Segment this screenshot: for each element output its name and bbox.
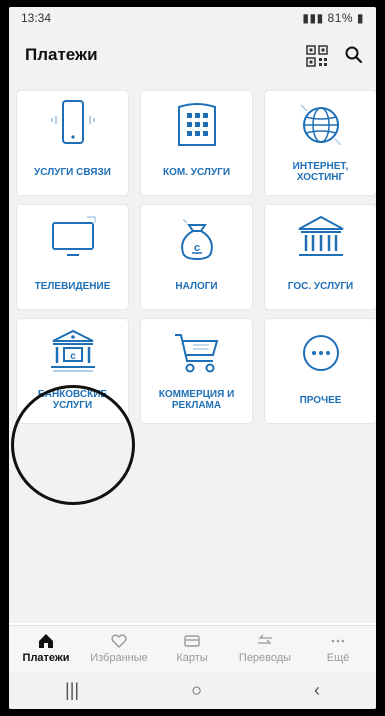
category-other[interactable]: ПРОЧЕЕ xyxy=(265,319,376,423)
more-horizontal-icon xyxy=(331,639,345,643)
nav-payments[interactable]: Платежи xyxy=(11,630,81,664)
category-label: КОММЕРЦИЯ И РЕКЛАМА xyxy=(158,389,235,411)
status-time: 13:34 xyxy=(21,11,52,25)
government-building-icon xyxy=(298,215,343,256)
signal-icon: ▮▮▮ xyxy=(302,11,328,25)
card-icon xyxy=(184,635,200,647)
home-button-icon[interactable]: ○ xyxy=(191,680,202,701)
category-taxes[interactable]: с НАЛОГИ xyxy=(141,205,252,309)
category-label: ГОС. УСЛУГИ xyxy=(287,280,354,292)
globe-icon xyxy=(300,104,341,146)
system-navigation-bar: ||| ○ ‹ xyxy=(9,671,376,709)
category-television[interactable]: ТЕЛЕВИДЕНИЕ xyxy=(17,205,128,309)
nav-favorites[interactable]: Избранные xyxy=(84,630,154,664)
search-icon[interactable] xyxy=(344,45,364,65)
category-label: ТЕЛЕВИДЕНИЕ xyxy=(34,280,111,292)
app-header: Платежи xyxy=(9,29,376,83)
battery-level: 81% xyxy=(327,11,354,25)
building-icon xyxy=(177,103,216,146)
bottom-navigation: Платежи Избранные Карты Переводы Ещё xyxy=(9,625,376,672)
category-label: КОМ. УСЛУГИ xyxy=(162,166,231,178)
money-bag-icon: с xyxy=(180,218,213,261)
nav-label: Избранные xyxy=(90,652,148,664)
qr-code-icon[interactable] xyxy=(306,45,328,67)
nav-cards[interactable]: Карты xyxy=(157,630,227,664)
category-government-services[interactable]: ГОС. УСЛУГИ xyxy=(265,205,376,309)
category-communication[interactable]: УСЛУГИ СВЯЗИ xyxy=(17,91,128,195)
nav-label: Карты xyxy=(176,652,208,664)
bank-icon: с xyxy=(50,329,95,372)
recent-apps-icon[interactable]: ||| xyxy=(65,680,79,701)
category-label: ПРОЧЕЕ xyxy=(299,394,342,406)
tv-icon xyxy=(51,216,96,256)
home-icon xyxy=(39,634,53,648)
category-label: ИНТЕРНЕТ, ХОСТИНГ xyxy=(292,161,349,183)
category-banking[interactable]: с БАНКОВСКИЕ УСЛУГИ xyxy=(17,319,128,423)
category-commerce[interactable]: КОММЕРЦИЯ И РЕКЛАМА xyxy=(141,319,252,423)
heart-icon xyxy=(111,634,127,648)
page-title: Платежи xyxy=(25,45,98,64)
category-internet[interactable]: ИНТЕРНЕТ, ХОСТИНГ xyxy=(265,91,376,195)
svg-text:с: с xyxy=(70,351,76,362)
nav-label: Ещё xyxy=(326,652,350,664)
nav-more[interactable]: Ещё xyxy=(303,630,373,664)
phone-screen: 13:34 ▮▮▮ 81% ▮ Платежи УСЛУГИ СВЯЗИ КОМ… xyxy=(9,7,376,709)
category-label: НАЛОГИ xyxy=(175,280,218,292)
phone-icon xyxy=(50,100,95,144)
back-icon[interactable]: ‹ xyxy=(314,680,320,701)
transfer-arrows-icon xyxy=(258,634,272,644)
category-utilities[interactable]: КОМ. УСЛУГИ xyxy=(141,91,252,195)
category-label: БАНКОВСКИЕ УСЛУГИ xyxy=(37,389,108,411)
nav-label: Переводы xyxy=(238,652,292,664)
battery-icon: ▮ xyxy=(353,11,364,25)
status-icons: ▮▮▮ 81% ▮ xyxy=(302,11,364,25)
more-dots-icon xyxy=(302,335,339,371)
shopping-cart-icon xyxy=(174,334,218,373)
category-label: УСЛУГИ СВЯЗИ xyxy=(34,166,111,178)
nav-transfers[interactable]: Переводы xyxy=(230,630,300,664)
payments-content: УСЛУГИ СВЯЗИ КОМ. УСЛУГИ ИНТЕРНЕТ, ХОСТИ… xyxy=(9,83,376,623)
svg-text:с: с xyxy=(193,242,199,254)
status-bar: 13:34 ▮▮▮ 81% ▮ xyxy=(9,7,376,29)
nav-label: Платежи xyxy=(22,652,70,664)
